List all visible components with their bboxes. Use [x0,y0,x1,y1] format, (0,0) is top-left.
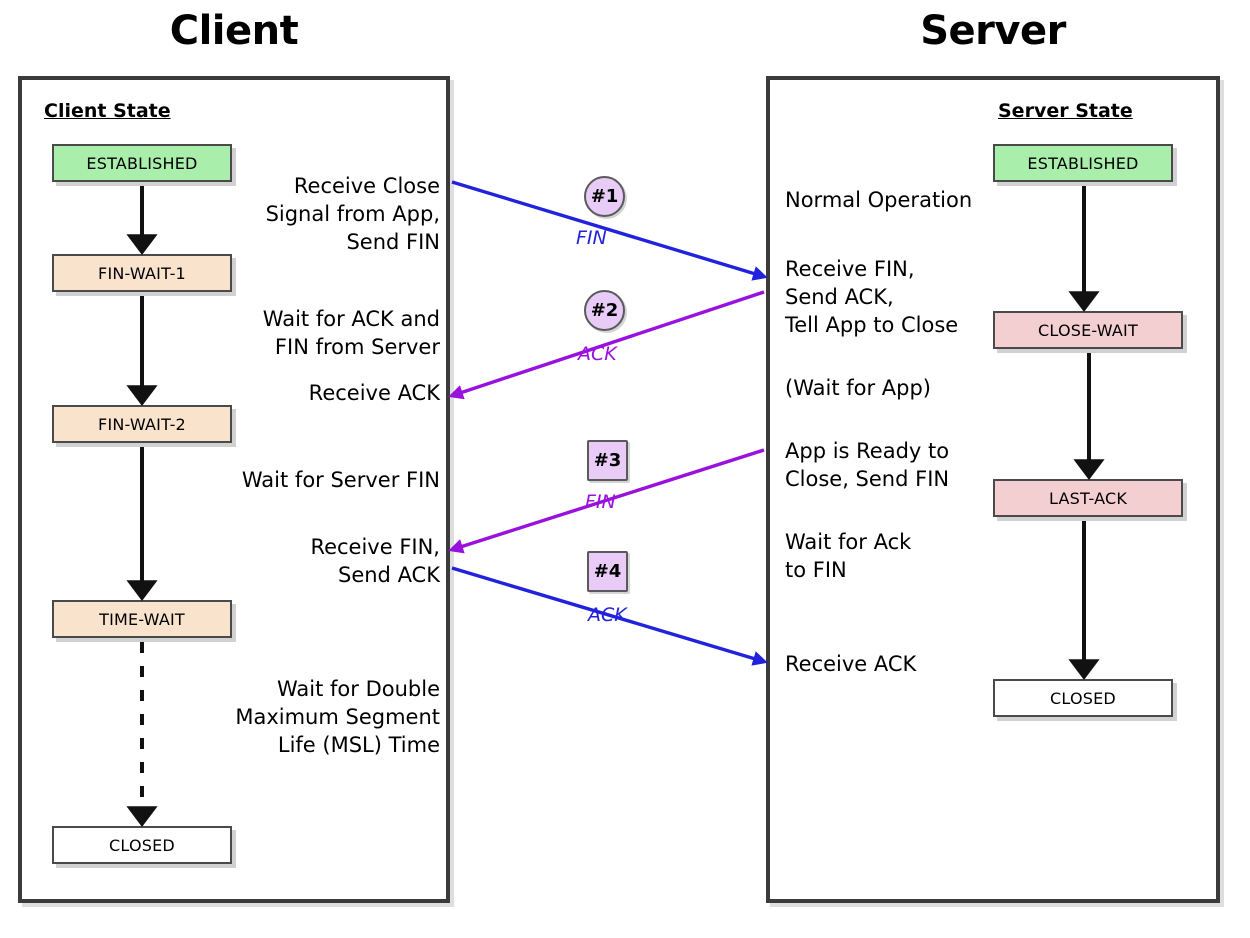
client-note-receive-ack: Receive ACK [308,381,440,405]
marker-label: #3 [593,450,622,471]
state-label: ESTABLISHED [86,153,198,173]
client-state-heading: Client State [44,100,171,122]
server-note-receive-ack: Receive ACK [785,652,917,676]
state-label: FIN-WAIT-2 [98,414,186,434]
server-note-wait-for-ack-to-fin: Wait for Ack to FIN [785,530,912,582]
client-panel-title: Client [169,8,299,54]
server-state-heading: Server State [998,100,1133,122]
state-label: ESTABLISHED [1027,153,1139,173]
marker-label: #1 [590,186,619,207]
client-state-fin-wait-1: FIN-WAIT-1 [52,254,232,292]
message-marker-4: #4 [587,551,628,592]
message-marker-1: #1 [584,176,625,217]
server-note-normal-operation: Normal Operation [785,188,973,212]
server-note-wait-for-app: (Wait for App) [785,376,931,400]
client-note-wait-for-double-msl: Wait for Double Maximum Segment Life (MS… [235,677,440,757]
server-state-established: ESTABLISHED [993,144,1173,182]
tcp-connection-termination-diagram: Client Server Client State Server State … [0,0,1250,938]
server-state-closed: CLOSED [993,679,1173,717]
message-label-fin-1: FIN [576,227,607,249]
client-state-time-wait: TIME-WAIT [52,600,232,638]
client-note-receive-fin-send-ack: Receive FIN, Send ACK [310,535,440,587]
message-marker-2: #2 [584,290,625,331]
state-label: CLOSED [1050,688,1116,708]
marker-label: #4 [593,561,622,582]
client-note-wait-for-ack-and-fin: Wait for ACK and FIN from Server [262,307,440,359]
server-note-app-ready-to-close: App is Ready to Close, Send FIN [785,439,950,491]
client-note-wait-for-server-fin: Wait for Server FIN [241,468,440,492]
client-state-closed: CLOSED [52,826,232,864]
message-marker-3: #3 [587,440,628,481]
message-label-fin-3: FIN [585,491,616,513]
message-label-ack-4: ACK [588,604,627,626]
state-label: FIN-WAIT-1 [98,263,186,283]
client-state-fin-wait-2: FIN-WAIT-2 [52,405,232,443]
server-panel-title: Server [920,8,1066,54]
message-label-ack-2: ACK [578,343,617,365]
state-label: CLOSED [109,835,175,855]
server-note-receive-fin-send-ack: Receive FIN, Send ACK, Tell App to Close [785,257,959,337]
marker-label: #2 [590,300,619,321]
client-note-receive-close-signal: Receive Close Signal from App, Send FIN [265,174,440,254]
state-label: TIME-WAIT [99,609,185,629]
